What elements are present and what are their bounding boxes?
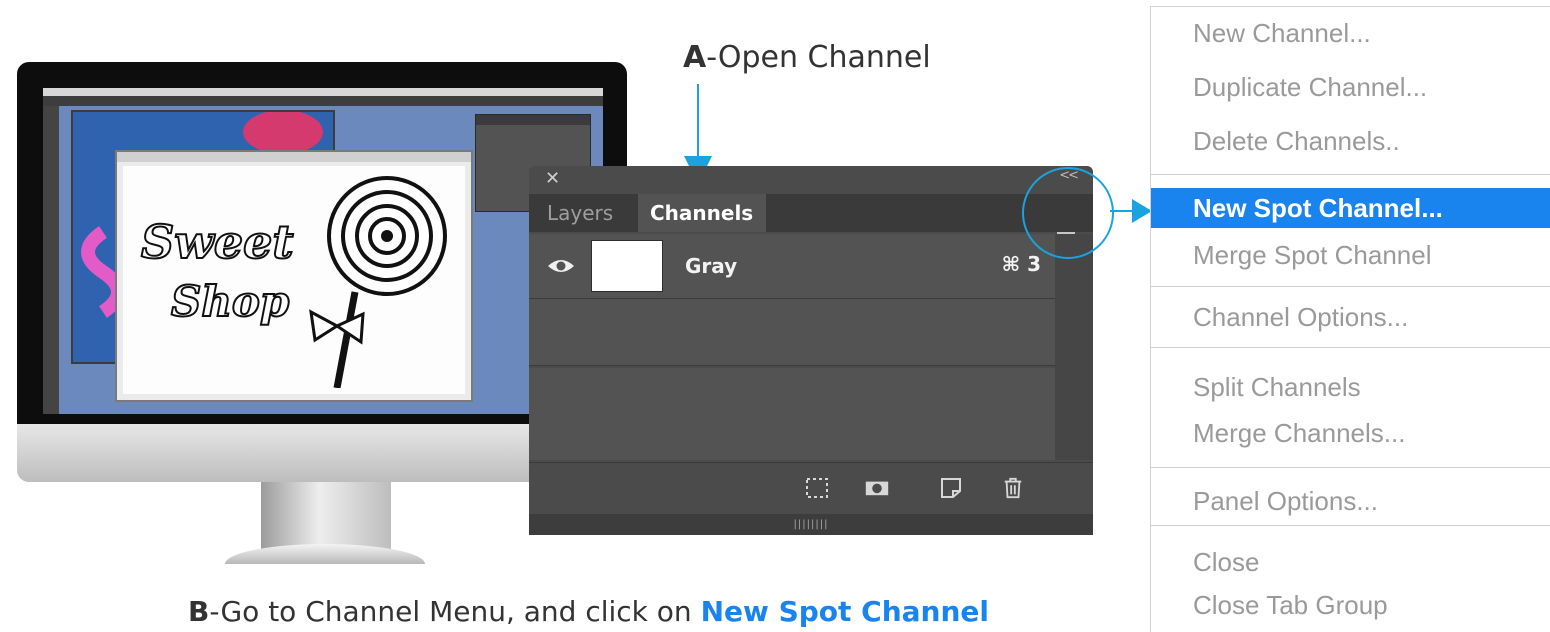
scrollbar[interactable] [1055, 234, 1093, 460]
channel-name: Gray [685, 254, 738, 278]
close-icon[interactable]: ✕ [545, 168, 560, 189]
resize-grip[interactable]: |||||||| [529, 514, 1093, 535]
channel-list-empty [529, 368, 1055, 460]
menu-item-new-channel[interactable]: New Channel... [1151, 13, 1550, 53]
menu-separator [1151, 174, 1550, 175]
new-channel-icon[interactable] [939, 477, 963, 499]
menu-item-split-channels[interactable]: Split Channels [1151, 367, 1550, 407]
menu-item-merge-spot-channel[interactable]: Merge Spot Channel [1151, 235, 1550, 275]
svg-text:Shop: Shop [171, 277, 289, 326]
annotation-b-link: New Spot Channel [700, 595, 990, 628]
arrow-right-icon [1132, 199, 1152, 223]
menu-item-close-tab-group[interactable]: Close Tab Group [1151, 585, 1550, 625]
mini-menubar [43, 88, 603, 96]
imac-screen: Sweet Shop [43, 88, 603, 414]
svg-text:Sweet: Sweet [141, 215, 294, 269]
tab-channels[interactable]: Channels [638, 194, 766, 232]
menu-item-merge-channels[interactable]: Merge Channels... [1151, 413, 1550, 453]
channels-panel: ✕ << Layers Channels Gray ⌘ 3 |||||||| [529, 166, 1093, 535]
menu-item-channel-options[interactable]: Channel Options... [1151, 297, 1550, 337]
load-selection-icon[interactable] [805, 477, 829, 499]
imac-foot [225, 544, 425, 564]
tab-layers[interactable]: Layers [535, 194, 625, 232]
menu-separator [1151, 467, 1550, 468]
annotation-new-spot-channel: B-Go to Channel Menu, and click on New S… [188, 595, 989, 628]
menu-separator [1151, 347, 1550, 348]
arrow-a-line [697, 84, 699, 158]
channel-flyout-menu: New Channel... Duplicate Channel... Dele… [1150, 6, 1550, 632]
menu-item-delete-channels[interactable]: Delete Channels.. [1151, 121, 1550, 161]
channel-thumbnail [591, 240, 663, 292]
panel-footer [529, 462, 1093, 515]
menu-item-new-spot-channel[interactable]: New Spot Channel... [1151, 188, 1550, 228]
annotation-a-text: -Open Channel [706, 40, 931, 75]
eye-icon[interactable] [547, 258, 575, 274]
menu-item-duplicate-channel[interactable]: Duplicate Channel... [1151, 67, 1550, 107]
annotation-open-channel: A-Open Channel [683, 40, 931, 75]
menu-separator [1151, 525, 1550, 526]
lollipop-artwork: Sweet Shop [123, 166, 465, 394]
trash-icon[interactable] [1001, 477, 1025, 499]
mini-toolbar [43, 106, 59, 414]
menu-item-panel-options[interactable]: Panel Options... [1151, 481, 1550, 521]
save-selection-icon[interactable] [865, 477, 889, 499]
channel-row-gray[interactable]: Gray ⌘ 3 [529, 234, 1055, 299]
mini-doc-titlebar [117, 152, 471, 162]
empty-channel-row [529, 299, 1055, 366]
annotation-b-text: -Go to Channel Menu, and click on [209, 595, 701, 628]
menu-separator [1151, 286, 1550, 287]
menu-item-close[interactable]: Close [1151, 542, 1550, 582]
channel-shortcut: ⌘ 3 [1001, 252, 1041, 276]
annotation-a-letter: A [683, 40, 707, 75]
menu-highlight-circle [1022, 167, 1114, 259]
panel-tabbar: Layers Channels [529, 194, 1093, 249]
mini-document-front: Sweet Shop [115, 150, 473, 402]
mini-options-bar [43, 96, 603, 106]
annotation-b-letter: B [188, 595, 210, 628]
mini-panel-tabs [476, 115, 590, 125]
sweet-shop-lollipop-icon: Sweet Shop [140, 176, 447, 389]
